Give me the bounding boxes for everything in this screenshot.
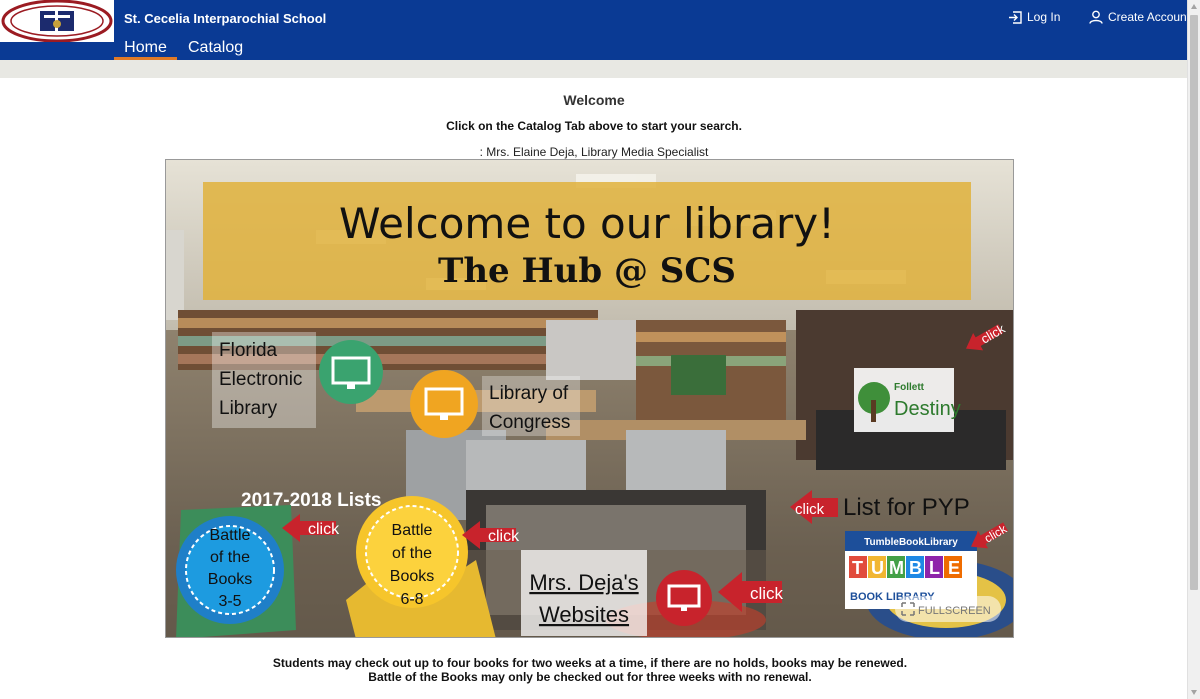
create-account-link[interactable]: Create Account <box>1089 10 1190 24</box>
search-instruction: Click on the Catalog Tab above to start … <box>446 119 742 133</box>
vertical-scrollbar[interactable] <box>1187 0 1200 699</box>
library-of-congress-link[interactable] <box>410 368 582 438</box>
battle-books-6-8-link[interactable] <box>356 496 521 616</box>
scroll-down-icon[interactable] <box>1191 690 1197 695</box>
checkout-policy-line-2: Battle of the Books may only be checked … <box>368 670 812 684</box>
list-for-pyp-link[interactable] <box>790 488 980 528</box>
fullscreen-button[interactable] <box>895 596 1001 622</box>
create-account-label: Create Account <box>1108 10 1191 24</box>
welcome-title: Welcome <box>563 92 625 108</box>
florida-electronic-library-link[interactable] <box>211 330 391 430</box>
checkout-policy-line-1: Students may check out up to four books … <box>272 656 908 670</box>
follett-destiny-link[interactable] <box>852 336 1012 434</box>
header-divider <box>0 60 1188 78</box>
library-banner: Welcome to our library! The Hub @ SCS Fl… <box>165 159 1014 638</box>
mrs-deja-websites-link[interactable] <box>521 550 786 636</box>
scrollbar-thumb[interactable] <box>1190 15 1198 590</box>
tab-catalog[interactable]: Catalog <box>188 39 243 57</box>
school-name[interactable]: St. Cecelia Interparochial School <box>124 11 326 26</box>
librarian-credit: : Mrs. Elaine Deja, Library Media Specia… <box>479 145 709 159</box>
login-label: Log In <box>1027 10 1061 24</box>
banner-subheadline: The Hub @ SCS <box>438 251 736 291</box>
top-header: St. Cecelia Interparochial School Home C… <box>0 0 1190 60</box>
login-icon <box>1008 10 1022 24</box>
school-logo[interactable] <box>0 0 114 42</box>
user-icon <box>1089 10 1103 24</box>
tab-home[interactable]: Home <box>114 39 177 60</box>
login-link[interactable]: Log In <box>1008 10 1060 24</box>
battle-books-3-5-link[interactable] <box>174 512 339 630</box>
scroll-up-icon[interactable] <box>1191 4 1197 9</box>
banner-headline: Welcome to our library! <box>339 199 835 248</box>
